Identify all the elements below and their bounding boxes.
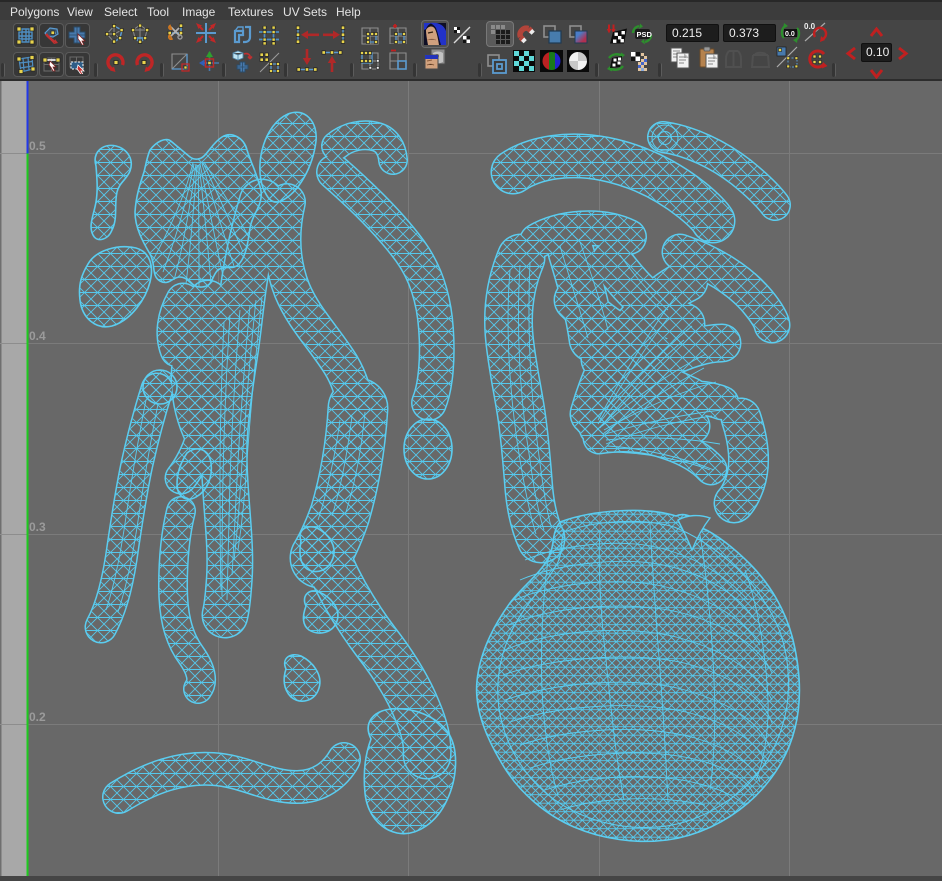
svg-text:PSD: PSD	[637, 30, 653, 39]
svg-text:0.5: 0.5	[29, 139, 46, 153]
svg-text:0.0: 0.0	[804, 22, 816, 31]
svg-text:0.0: 0.0	[785, 31, 795, 38]
svg-text:0.3: 0.3	[29, 520, 46, 534]
svg-text:0.2: 0.2	[29, 710, 46, 724]
svg-text:0.4: 0.4	[29, 329, 46, 343]
